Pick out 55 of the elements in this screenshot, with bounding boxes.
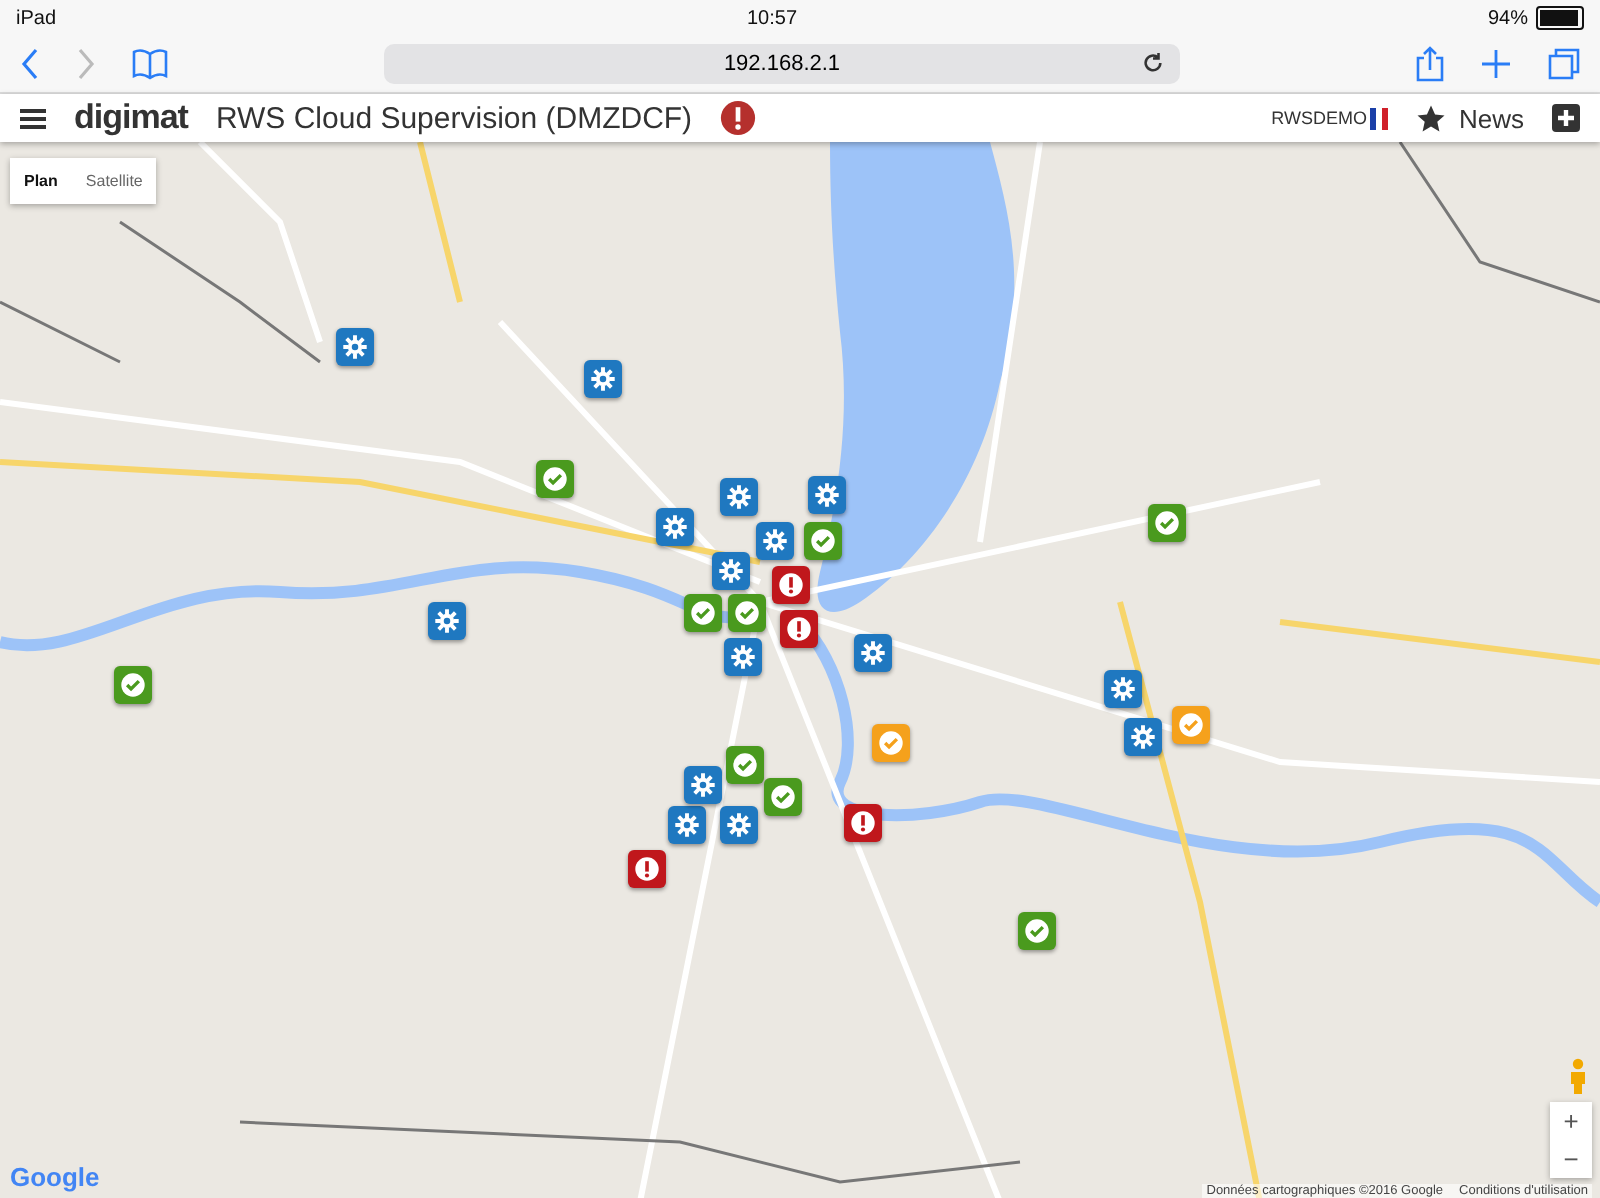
url-field[interactable]: 192.168.2.1 [384,44,1180,84]
alert-icon[interactable] [720,100,757,136]
add-icon[interactable] [1552,104,1580,132]
check-marker[interactable] [1018,912,1056,950]
gear-marker[interactable] [756,522,794,560]
gear-marker[interactable] [656,508,694,546]
gear-marker[interactable] [584,360,622,398]
check-marker[interactable] [1148,504,1186,542]
gear-marker[interactable] [668,806,706,844]
gear-marker[interactable] [808,476,846,514]
map-type-tab[interactable]: Satellite [71,158,157,204]
check-marker[interactable] [684,594,722,632]
gear-marker[interactable] [336,328,374,366]
gear-marker[interactable] [724,638,762,676]
battery-percent: 94% [1487,7,1528,29]
tabs-icon[interactable] [1548,48,1580,80]
check-marker[interactable] [726,746,764,784]
gear-marker[interactable] [720,478,758,516]
gear-marker[interactable] [684,766,722,804]
check-marker[interactable] [536,460,574,498]
alert-marker[interactable] [844,804,882,842]
check-marker[interactable] [764,778,802,816]
gear-marker[interactable] [712,552,750,590]
zoom-in-button[interactable]: + [1550,1102,1592,1140]
user-name[interactable]: RWSDEMO [1271,108,1367,128]
alert-marker[interactable] [772,566,810,604]
plus-icon[interactable] [1480,48,1512,80]
device-name: iPad [16,7,57,29]
check-marker[interactable] [728,594,766,632]
news-link[interactable]: News [1458,103,1524,133]
logo: digimat [74,98,188,138]
page-title: RWS Cloud Supervision (DMZDCF) [215,101,693,135]
check-marker[interactable] [1172,706,1210,744]
clock-time: 10:57 [746,7,798,29]
menu-icon[interactable] [20,107,46,129]
star-icon[interactable] [1416,103,1447,133]
back-icon[interactable] [20,48,40,80]
battery-icon [1536,6,1584,30]
gear-marker[interactable] [1124,718,1162,756]
map-type-tab[interactable]: Plan [10,158,72,204]
book-icon[interactable] [132,48,168,80]
share-icon[interactable] [1416,46,1444,82]
alert-marker[interactable] [780,610,818,648]
check-marker[interactable] [804,522,842,560]
zoom-out-button[interactable]: − [1550,1140,1592,1178]
gear-marker[interactable] [428,602,466,640]
gear-marker[interactable] [854,634,892,672]
google-logo: Google [10,1162,100,1192]
gear-marker[interactable] [1104,670,1142,708]
flag-icon [1370,107,1389,129]
alert-marker[interactable] [628,850,666,888]
check-marker[interactable] [872,724,910,762]
gear-marker[interactable] [720,806,758,844]
check-marker[interactable] [114,666,152,704]
reload-icon[interactable] [1142,52,1164,74]
